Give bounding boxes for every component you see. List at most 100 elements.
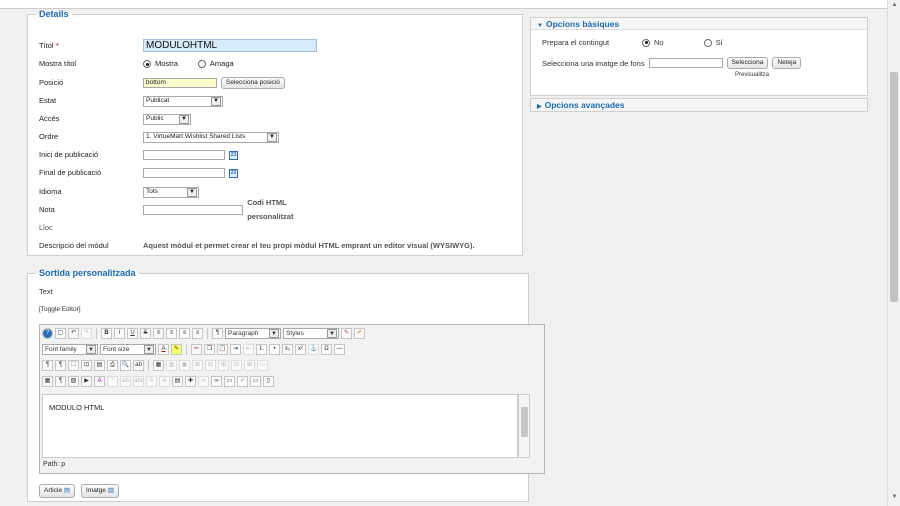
clear-image-button[interactable]: Neteja [772, 57, 802, 69]
replace-icon[interactable]: ab [133, 360, 144, 371]
status-select[interactable]: Publicat ▼ [143, 95, 223, 107]
position-input[interactable]: bottom [143, 78, 217, 88]
superscript-icon[interactable]: x² [295, 344, 306, 355]
rtl-icon[interactable]: ¶ [55, 360, 66, 371]
image-icon[interactable]: ▨ [68, 376, 79, 387]
page-scroll-thumb[interactable] [890, 72, 898, 302]
horizontal-rule-icon[interactable]: — [334, 344, 345, 355]
spellchecker-icon[interactable]: ✓ [237, 376, 248, 387]
redo-icon[interactable]: ↷ [81, 328, 92, 339]
ltr-icon[interactable]: ¶ [42, 360, 53, 371]
basic-options-header[interactable]: ▼ Opcions bàsiques [531, 18, 867, 30]
anchor-icon[interactable]: ⚓ [308, 344, 319, 355]
scroll-down-icon[interactable]: ▼ [888, 494, 900, 504]
abbr-icon[interactable]: ab [120, 376, 131, 387]
del-icon[interactable]: A [146, 376, 157, 387]
ins-icon[interactable]: A [159, 376, 170, 387]
bg-image-input[interactable] [648, 58, 723, 68]
copy-icon[interactable]: ❐ [204, 344, 215, 355]
insert-layer-icon[interactable]: ✚ [185, 376, 196, 387]
split-cells-icon[interactable]: ⊠ [244, 360, 255, 371]
language-select[interactable]: Tots ▼ [143, 186, 199, 198]
toggle-editor-link[interactable]: [Toggle Editor] [39, 306, 81, 313]
media-icon[interactable]: ▶ [81, 376, 92, 387]
table-icon[interactable]: ▦ [153, 360, 164, 371]
calendar-icon[interactable]: 23 [229, 168, 238, 178]
prepare-radio-yes[interactable] [703, 38, 712, 47]
paragraph-select[interactable]: Paragraph ▼ [225, 328, 281, 339]
template-icon[interactable]: ▤ [94, 360, 105, 371]
page-scrollbar[interactable]: ▲ ▼ [887, 0, 900, 506]
fullscreen-icon[interactable]: ⛶ [68, 360, 79, 371]
prepare-radio-no[interactable] [642, 38, 650, 47]
access-select[interactable]: Public ▼ [143, 113, 191, 125]
text-color-icon[interactable]: A [158, 344, 169, 355]
eraser-icon[interactable]: ✎ [341, 328, 352, 339]
publish-start-input[interactable] [143, 150, 225, 160]
readmore-icon[interactable]: ▭ [250, 376, 261, 387]
outdent-icon[interactable]: ⇤ [243, 344, 254, 355]
scroll-up-icon[interactable]: ▲ [888, 2, 900, 12]
find-icon[interactable]: 🔍 [120, 360, 131, 371]
image-button[interactable]: Imatge ▨ [81, 484, 119, 498]
bold-icon[interactable]: B [101, 328, 112, 339]
merge-cells-icon[interactable]: ▭ [257, 360, 268, 371]
blocks-icon[interactable]: ▦ [42, 376, 53, 387]
editor-content-area[interactable]: MODULO HTML [42, 394, 518, 458]
undo-icon[interactable]: ↶ [68, 328, 79, 339]
styles-select[interactable]: Styles ▼ [283, 328, 339, 339]
styleprops-icon[interactable]: ¶ [212, 328, 223, 339]
underline-icon[interactable]: U [127, 328, 138, 339]
advanced-options-header[interactable]: ▶ Opcions avançades [531, 99, 867, 111]
select-position-button[interactable]: Selecciona posició [221, 77, 285, 89]
highlight-icon[interactable]: ✎ [171, 344, 182, 355]
align-center-icon[interactable]: ≡ [166, 328, 177, 339]
note-input[interactable] [143, 205, 244, 215]
insert-row-icon[interactable]: ⊞ [192, 360, 203, 371]
align-right-icon[interactable]: ≡ [179, 328, 190, 339]
font-family-select[interactable]: Font family ▼ [42, 344, 98, 355]
attribs-icon[interactable]: ▤ [172, 376, 183, 387]
new-document-icon[interactable]: ▢ [55, 328, 66, 339]
delete-row-icon[interactable]: ⊟ [205, 360, 216, 371]
unlink-icon[interactable]: ∞ [211, 376, 222, 387]
pagebreak-icon[interactable]: ▯ [263, 376, 274, 387]
editor-scroll-thumb[interactable] [521, 407, 528, 437]
order-select[interactable]: 1. VirtueMart Wishlist Shared Lists ▼ [143, 131, 279, 143]
cleanup-icon[interactable]: ✐ [354, 328, 365, 339]
select-image-button[interactable]: Selecciona [726, 57, 769, 69]
indent-icon[interactable]: ⇥ [230, 344, 241, 355]
publish-end-input[interactable] [143, 168, 225, 178]
print-icon[interactable]: ⎙ [107, 360, 118, 371]
help-icon[interactable]: ? [42, 328, 53, 339]
calendar-icon[interactable]: 23 [229, 150, 238, 160]
acronym-icon[interactable]: abc [133, 376, 144, 387]
code-icon[interactable]: ▭ [224, 376, 235, 387]
title-input[interactable]: MODULOHTML [143, 38, 317, 52]
cut-icon[interactable]: ✂ [191, 344, 202, 355]
omega-icon[interactable]: Ω [321, 344, 332, 355]
bullet-list-icon[interactable]: • [269, 344, 280, 355]
cite-icon[interactable]: “ [107, 376, 118, 387]
cell-props-icon[interactable]: ▣ [179, 360, 190, 371]
visualaid-icon[interactable]: ⊡ [81, 360, 92, 371]
insert-col-icon[interactable]: ⊞ [218, 360, 229, 371]
align-justify-icon[interactable]: ≡ [192, 328, 203, 339]
numbered-list-icon[interactable]: ⒈ [256, 344, 267, 355]
paragraph-mark-icon[interactable]: ¶ [55, 376, 66, 387]
editor-scrollbar[interactable] [518, 394, 530, 458]
delete-col-icon[interactable]: ⊟ [231, 360, 242, 371]
link-icon[interactable]: ∞ [198, 376, 209, 387]
align-left-icon[interactable]: ≡ [153, 328, 164, 339]
preview-label[interactable]: Previsualitza [735, 72, 769, 78]
show-title-radio-hide[interactable] [197, 60, 206, 68]
paste-icon[interactable]: 📋 [217, 344, 228, 355]
italic-icon[interactable]: I [114, 328, 125, 339]
row-props-icon[interactable]: ▥ [166, 360, 177, 371]
subscript-icon[interactable]: x₂ [282, 344, 293, 355]
spellcheck-icon[interactable]: A [94, 376, 105, 387]
show-title-radio-show[interactable] [143, 60, 151, 68]
font-size-select[interactable]: Font size ▼ [100, 344, 156, 355]
strikethrough-icon[interactable]: S [140, 328, 151, 339]
article-button[interactable]: Article ▤ [39, 484, 76, 498]
